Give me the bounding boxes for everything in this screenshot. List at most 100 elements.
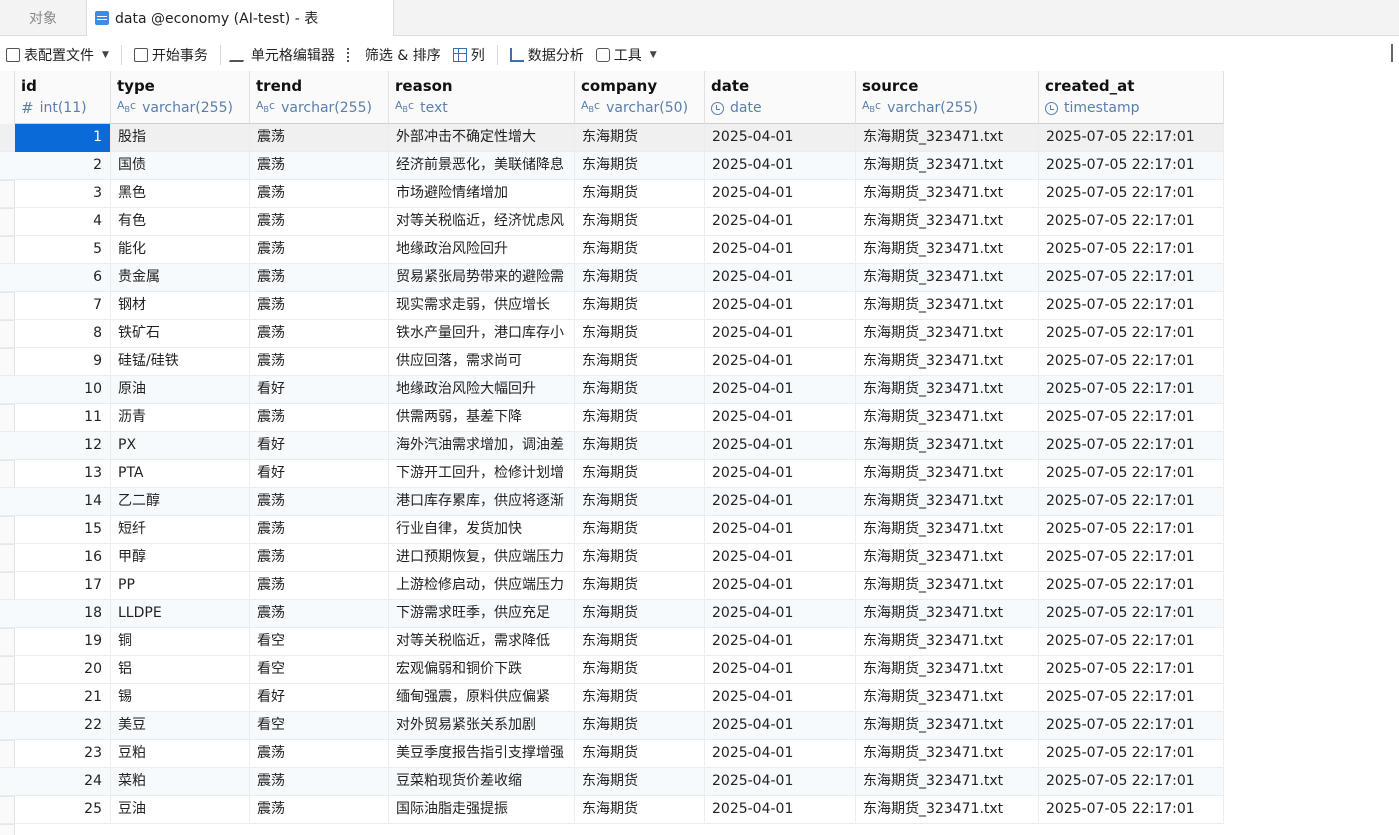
cell-date[interactable]: 2025-04-01 xyxy=(705,320,856,348)
table-row[interactable]: 5 能化 震荡 地缘政治风险回升 东海期货 2025-04-01 东海期货_323471.t… xyxy=(0,236,1224,264)
cell-reason[interactable]: 缅甸强震，原料供应偏紧 xyxy=(389,684,575,712)
column-header-date[interactable]: date date xyxy=(705,71,856,124)
cell-type[interactable]: 美豆 xyxy=(111,712,250,740)
cell-date[interactable]: 2025-04-01 xyxy=(705,796,856,824)
cell-trend[interactable]: 震荡 xyxy=(250,152,389,180)
cell-reason[interactable]: 下游需求旺季，供应充足 xyxy=(389,600,575,628)
table-row[interactable]: 14 乙二醇 震荡 港口库存累库，供应将逐渐 东海期货 2025-04-01 东海期货_32… xyxy=(0,488,1224,516)
cell-type[interactable]: 铜 xyxy=(111,628,250,656)
cell-id[interactable]: 14 xyxy=(15,488,111,516)
cell-company[interactable]: 东海期货 xyxy=(575,460,705,488)
cell-company[interactable]: 东海期货 xyxy=(575,684,705,712)
filter-sort-button[interactable]: 筛选 & 排序 xyxy=(341,40,447,70)
cell-source[interactable]: 东海期货_323471.txt xyxy=(856,180,1039,208)
cell-source[interactable]: 东海期货_323471.txt xyxy=(856,796,1039,824)
cell-created-at[interactable]: 2025-07-05 22:17:01 xyxy=(1039,684,1224,712)
table-row[interactable]: 15 短纤 震荡 行业自律，发货加快 东海期货 2025-04-01 东海期货_323471… xyxy=(0,516,1224,544)
cell-id[interactable]: 7 xyxy=(15,292,111,320)
cell-type[interactable]: 菜粕 xyxy=(111,768,250,796)
table-row[interactable]: 2 国债 震荡 经济前景恶化，美联储降息 东海期货 2025-04-01 东海期货_3234… xyxy=(0,152,1224,180)
cell-company[interactable]: 东海期货 xyxy=(575,432,705,460)
cell-company[interactable]: 东海期货 xyxy=(575,376,705,404)
cell-created-at[interactable]: 2025-07-05 22:17:01 xyxy=(1039,320,1224,348)
cell-trend[interactable]: 看好 xyxy=(250,684,389,712)
cell-date[interactable]: 2025-04-01 xyxy=(705,124,856,152)
cell-created-at[interactable]: 2025-07-05 22:17:01 xyxy=(1039,460,1224,488)
cell-company[interactable]: 东海期货 xyxy=(575,516,705,544)
cell-source[interactable]: 东海期货_323471.txt xyxy=(856,152,1039,180)
cell-source[interactable]: 东海期货_323471.txt xyxy=(856,320,1039,348)
table-row[interactable]: 19 铜看空 对等关税临近，需求降低 东海期货 2025-04-01 东海期货_32347… xyxy=(0,628,1224,656)
cell-reason[interactable]: 进口预期恢复，供应端压力 xyxy=(389,544,575,572)
cell-type[interactable]: 国债 xyxy=(111,152,250,180)
tab-objects[interactable]: 对象 xyxy=(0,0,86,36)
cell-trend[interactable]: 看好 xyxy=(250,432,389,460)
cell-created-at[interactable]: 2025-07-05 22:17:01 xyxy=(1039,180,1224,208)
cell-id[interactable]: 20 xyxy=(15,656,111,684)
cell-created-at[interactable]: 2025-07-05 22:17:01 xyxy=(1039,796,1224,824)
cell-type[interactable]: 甲醇 xyxy=(111,544,250,572)
cell-company[interactable]: 东海期货 xyxy=(575,544,705,572)
table-row[interactable]: 1 股指 震荡 外部冲击不确定性增大 东海期货 2025-04-01 东海期货_323471… xyxy=(0,124,1224,152)
cell-source[interactable]: 东海期货_323471.txt xyxy=(856,348,1039,376)
cell-company[interactable]: 东海期货 xyxy=(575,712,705,740)
columns-button[interactable]: 列 xyxy=(447,40,491,70)
cell-created-at[interactable]: 2025-07-05 22:17:01 xyxy=(1039,740,1224,768)
cell-source[interactable]: 东海期货_323471.txt xyxy=(856,656,1039,684)
cell-trend[interactable]: 震荡 xyxy=(250,796,389,824)
cell-id[interactable]: 19 xyxy=(15,628,111,656)
cell-type[interactable]: 钢材 xyxy=(111,292,250,320)
cell-company[interactable]: 东海期货 xyxy=(575,572,705,600)
cell-date[interactable]: 2025-04-01 xyxy=(705,264,856,292)
cell-id[interactable]: 24 xyxy=(15,768,111,796)
cell-type[interactable]: 豆粕 xyxy=(111,740,250,768)
table-row[interactable]: 7 钢材 震荡 现实需求走弱，供应增长 东海期货 2025-04-01 东海期货_32347… xyxy=(0,292,1224,320)
cell-created-at[interactable]: 2025-07-05 22:17:01 xyxy=(1039,600,1224,628)
tab-table-data[interactable]: data @economy (AI-test) - 表 xyxy=(86,0,394,36)
column-header-id[interactable]: id # int(11) xyxy=(15,71,111,124)
tools-button[interactable]: 工具 ▼ xyxy=(590,40,663,70)
table-row[interactable]: 8 铁矿石 震荡 铁水产量回升，港口库存小 东海期货 2025-04-01 东海期货_323… xyxy=(0,320,1224,348)
cell-company[interactable]: 东海期货 xyxy=(575,796,705,824)
cell-id[interactable]: 5 xyxy=(15,236,111,264)
cell-id[interactable]: 23 xyxy=(15,740,111,768)
cell-id[interactable]: 8 xyxy=(15,320,111,348)
table-row[interactable]: 4 有色 震荡 对等关税临近，经济忧虑风 东海期货 2025-04-01 东海期货_3234… xyxy=(0,208,1224,236)
cell-date[interactable]: 2025-04-01 xyxy=(705,516,856,544)
column-header-created-at[interactable]: created_at timestamp xyxy=(1039,71,1224,124)
cell-source[interactable]: 东海期货_323471.txt xyxy=(856,432,1039,460)
cell-company[interactable]: 东海期货 xyxy=(575,180,705,208)
cell-reason[interactable]: 供需两弱，基差下降 xyxy=(389,404,575,432)
cell-id[interactable]: 6 xyxy=(15,264,111,292)
cell-trend[interactable]: 震荡 xyxy=(250,544,389,572)
cell-source[interactable]: 东海期货_323471.txt xyxy=(856,516,1039,544)
cell-company[interactable]: 东海期货 xyxy=(575,152,705,180)
cell-type[interactable]: 贵金属 xyxy=(111,264,250,292)
column-header-source[interactable]: source ABc varchar(255) xyxy=(856,71,1039,124)
cell-trend[interactable]: 震荡 xyxy=(250,348,389,376)
column-header-type[interactable]: type ABc varchar(255) xyxy=(111,71,250,124)
cell-date[interactable]: 2025-04-01 xyxy=(705,684,856,712)
cell-source[interactable]: 东海期货_323471.txt xyxy=(856,628,1039,656)
cell-company[interactable]: 东海期货 xyxy=(575,236,705,264)
cell-created-at[interactable]: 2025-07-05 22:17:01 xyxy=(1039,488,1224,516)
cell-trend[interactable]: 震荡 xyxy=(250,292,389,320)
cell-created-at[interactable]: 2025-07-05 22:17:01 xyxy=(1039,712,1224,740)
cell-id[interactable]: 11 xyxy=(15,404,111,432)
cell-id[interactable]: 13 xyxy=(15,460,111,488)
cell-type[interactable]: PTA xyxy=(111,460,250,488)
cell-date[interactable]: 2025-04-01 xyxy=(705,572,856,600)
cell-id[interactable]: 22 xyxy=(15,712,111,740)
cell-trend[interactable]: 震荡 xyxy=(250,600,389,628)
cell-date[interactable]: 2025-04-01 xyxy=(705,628,856,656)
cell-reason[interactable]: 港口库存累库，供应将逐渐 xyxy=(389,488,575,516)
table-row[interactable]: 16 甲醇 震荡 进口预期恢复，供应端压力 东海期货 2025-04-01 东海期货_323… xyxy=(0,544,1224,572)
cell-trend[interactable]: 震荡 xyxy=(250,488,389,516)
cell-id[interactable]: 16 xyxy=(15,544,111,572)
cell-id[interactable]: 9 xyxy=(15,348,111,376)
cell-date[interactable]: 2025-04-01 xyxy=(705,292,856,320)
cell-trend[interactable]: 震荡 xyxy=(250,516,389,544)
cell-company[interactable]: 东海期货 xyxy=(575,600,705,628)
cell-created-at[interactable]: 2025-07-05 22:17:01 xyxy=(1039,432,1224,460)
cell-reason[interactable]: 豆菜粕现货价差收缩 xyxy=(389,768,575,796)
